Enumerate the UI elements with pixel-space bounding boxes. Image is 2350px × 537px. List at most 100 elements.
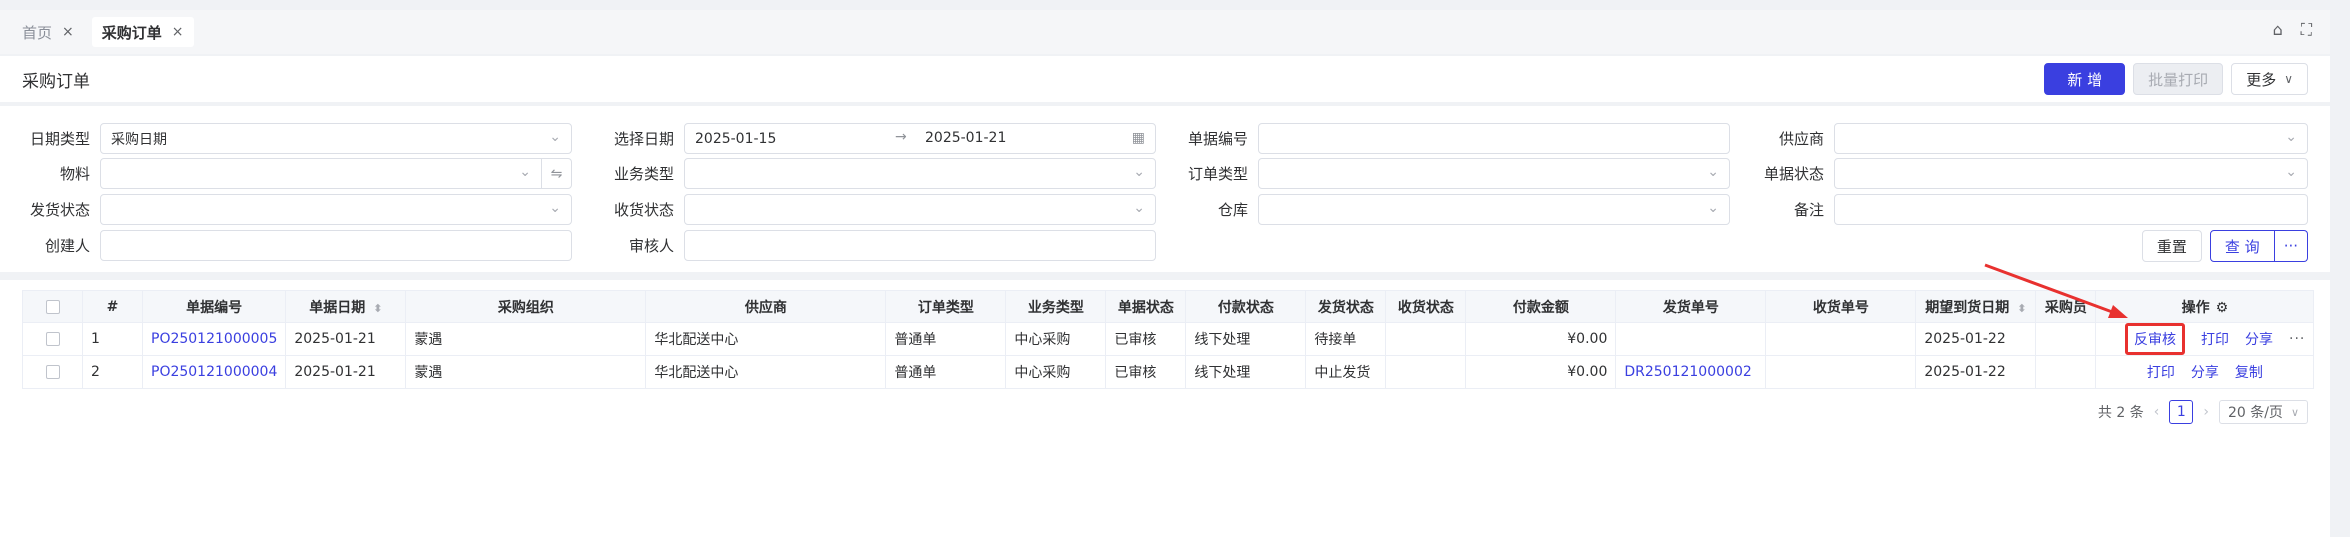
row-checkbox-cell[interactable] [22, 355, 83, 389]
doc-status-label: 单据状态 [1763, 165, 1824, 183]
select-all-checkbox[interactable] [45, 299, 60, 314]
print-button[interactable]: 打印 [2201, 329, 2229, 349]
date-start: 2025-01-15 [695, 130, 777, 147]
pay-amount-cell: ¥0.00 [1465, 355, 1617, 389]
print-button[interactable]: 打印 [2147, 362, 2175, 382]
doc-no-input[interactable] [1258, 123, 1730, 154]
new-button[interactable]: 新 增 [2044, 63, 2126, 95]
filter-settings-icon[interactable]: ⇋ [541, 159, 571, 188]
order-type-label: 订单类型 [1187, 165, 1248, 183]
more-button[interactable]: 更多 ∨ [2231, 63, 2308, 95]
col-doc-no: 单据编号 [141, 290, 287, 323]
table-row[interactable]: 1 PO250121000005 2025-01-21 蒙遇 华北配送中心 普通… [22, 322, 2315, 356]
col-expected-date[interactable]: 期望到货日期 ⬍ [1915, 290, 2037, 323]
biz-type-cell: 中心采购 [1005, 322, 1107, 356]
recv-status-cell [1385, 322, 1467, 356]
recv-status-select[interactable]: ⌄ [684, 194, 1156, 225]
ship-no-link[interactable] [1615, 322, 1767, 356]
unapprove-button[interactable]: 反审核 [2125, 323, 2185, 355]
col-expected-date-label: 期望到货日期 [1925, 299, 2010, 316]
page-size-select[interactable]: 20 条/页 ∨ [2218, 400, 2308, 424]
doc-status-select[interactable]: ⌄ [1834, 158, 2308, 189]
gear-icon[interactable]: ⚙ [2216, 300, 2229, 316]
close-icon[interactable]: × [172, 24, 184, 40]
page-number-button[interactable]: 1 [2169, 400, 2194, 424]
pagination: 共 2 条 ‹ 1 › 20 条/页 ∨ [2098, 400, 2308, 424]
more-actions-icon[interactable]: ··· [2289, 331, 2305, 347]
table-header-row: # 单据编号 单据日期 ⬍ 采购组织 供应商 订单类型 业务类型 单据状态 付款状… [22, 290, 2315, 323]
col-index: # [82, 290, 143, 323]
doc-date-cell: 2025-01-21 [285, 322, 407, 356]
ops-cell: 反审核 打印 分享 ··· [2095, 322, 2315, 356]
chevron-down-icon: ⌄ [1707, 164, 1719, 180]
order-type-select[interactable]: ⌄ [1258, 158, 1730, 189]
date-type-select[interactable]: 采购日期 ⌄ [100, 123, 572, 154]
prev-page-icon[interactable]: ‹ [2154, 404, 2160, 420]
remark-input[interactable] [1834, 194, 2308, 225]
row-checkbox-cell[interactable] [22, 322, 83, 356]
doc-no-link[interactable]: PO250121000004 [141, 355, 287, 389]
buyer-cell [2035, 355, 2097, 389]
row-checkbox[interactable] [45, 365, 60, 379]
page-header: 采购订单 新 增 批量打印 更多 ∨ [0, 56, 2330, 102]
copy-button[interactable]: 复制 [2235, 362, 2263, 382]
page-size-value: 20 条/页 [2227, 405, 2283, 421]
share-button[interactable]: 分享 [2245, 329, 2273, 349]
order-type-cell: 普通单 [885, 322, 1007, 356]
col-org: 采购组织 [405, 290, 647, 323]
col-ship-status: 发货状态 [1305, 290, 1387, 323]
supplier-select[interactable]: ⌄ [1834, 123, 2308, 154]
ship-status-select[interactable]: ⌄ [100, 194, 572, 225]
col-ship-no: 发货单号 [1615, 290, 1767, 323]
material-select[interactable]: ⌄ ⇋ [100, 158, 572, 189]
col-doc-date-label: 单据日期 [309, 299, 366, 316]
query-button[interactable]: 查 询 [2209, 230, 2275, 262]
recv-no-cell [1765, 322, 1917, 356]
tab-purchase-order-label: 采购订单 [101, 23, 162, 42]
warehouse-select[interactable]: ⌄ [1258, 194, 1730, 225]
select-all-cell[interactable] [22, 290, 83, 323]
biz-type-cell: 中心采购 [1005, 355, 1107, 389]
date-type-label: 日期类型 [29, 130, 90, 148]
pay-status-cell: 线下处理 [1185, 355, 1307, 389]
date-range-picker[interactable]: 2025-01-15 → 2025-01-21 ▦ [684, 123, 1156, 154]
batch-print-button[interactable]: 批量打印 [2133, 63, 2224, 95]
sort-icon[interactable]: ⬍ [373, 302, 382, 315]
pay-status-cell: 线下处理 [1185, 322, 1307, 356]
arrow-right-icon: → [895, 129, 907, 145]
fullscreen-icon[interactable]: ⛶ [2301, 20, 2312, 40]
select-date-label: 选择日期 [613, 130, 674, 148]
tab-home[interactable]: 首页 × [12, 17, 84, 47]
table-row[interactable]: 2 PO250121000004 2025-01-21 蒙遇 华北配送中心 普通… [22, 355, 2315, 389]
query-more-button[interactable]: ··· [2274, 230, 2308, 262]
total-count: 共 2 条 [2097, 405, 2144, 421]
next-page-icon[interactable]: › [2203, 404, 2209, 420]
reset-button[interactable]: 重置 [2141, 230, 2202, 262]
remark-label: 备注 [1793, 201, 1824, 219]
chevron-down-icon: ⌄ [1133, 200, 1145, 216]
ship-status-label: 发货状态 [29, 201, 90, 219]
row-checkbox[interactable] [45, 332, 60, 346]
table-panel: # 单据编号 单据日期 ⬍ 采购组织 供应商 订单类型 业务类型 单据状态 付款状… [0, 280, 2330, 537]
expected-date-cell: 2025-01-22 [1915, 322, 2037, 356]
chevron-down-icon: ⌄ [519, 164, 531, 180]
home-icon[interactable]: ⌂ [2273, 20, 2283, 40]
share-button[interactable]: 分享 [2191, 362, 2219, 382]
material-label: 物料 [59, 165, 90, 183]
warehouse-label: 仓库 [1217, 201, 1248, 219]
close-icon[interactable]: × [62, 24, 74, 40]
doc-no-link[interactable]: PO250121000005 [141, 322, 287, 356]
sort-icon[interactable]: ⬍ [2017, 302, 2026, 315]
reviewer-input[interactable] [684, 230, 1156, 261]
biz-type-select[interactable]: ⌄ [684, 158, 1156, 189]
ship-no-link[interactable]: DR250121000002 [1615, 355, 1767, 389]
recv-status-cell [1385, 355, 1467, 389]
creator-input[interactable] [100, 230, 572, 261]
col-supplier: 供应商 [645, 290, 887, 323]
chevron-down-icon: ⌄ [1707, 200, 1719, 216]
col-doc-date[interactable]: 单据日期 ⬍ [285, 290, 407, 323]
org-cell: 蒙遇 [405, 355, 647, 389]
expected-date-cell: 2025-01-22 [1915, 355, 2037, 389]
tab-purchase-order[interactable]: 采购订单 × [91, 17, 194, 47]
recv-no-cell [1765, 355, 1917, 389]
